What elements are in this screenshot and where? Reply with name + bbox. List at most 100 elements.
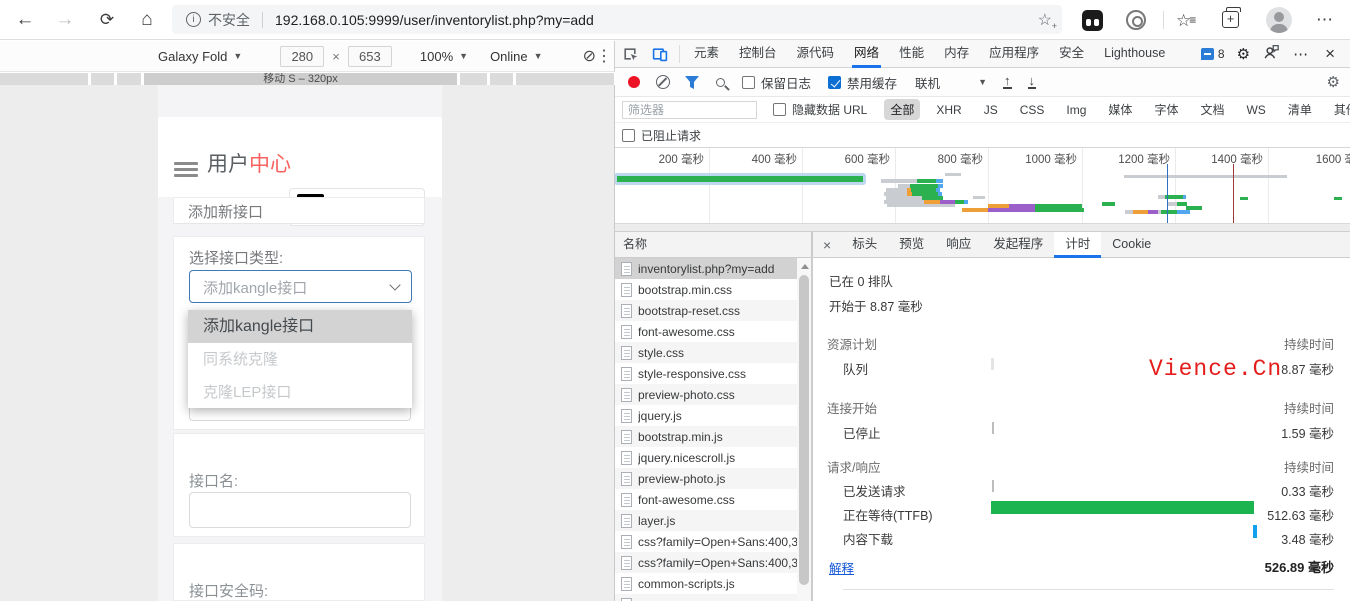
request-type-filter[interactable]: WS (1240, 101, 1271, 119)
devtools-tab[interactable]: 应用程序 (979, 40, 1049, 68)
request-row[interactable]: font-awesome.css (615, 321, 797, 342)
scroll-up-icon[interactable] (801, 264, 809, 269)
scrollbar-thumb[interactable] (799, 275, 809, 585)
request-row[interactable]: bootstrap.min.css (615, 279, 797, 300)
detail-tab[interactable]: 响应 (935, 232, 982, 258)
media-query-segment-mobile-s[interactable]: 移动 S – 320px (144, 73, 457, 85)
media-query-segment[interactable] (516, 73, 614, 85)
request-type-filter[interactable]: JS (978, 101, 1004, 119)
hamburger-menu-icon[interactable] (174, 162, 198, 180)
import-har-icon[interactable]: ↑ (1003, 75, 1012, 89)
explanation-link[interactable]: 解释 (829, 558, 854, 577)
record-network-log-icon[interactable] (628, 76, 640, 88)
reload-button[interactable]: ⟳ (92, 0, 122, 40)
network-throttling-select[interactable]: 联机 ▼ (915, 73, 987, 92)
profile-avatar[interactable] (1266, 7, 1292, 33)
preserve-log-checkbox[interactable]: 保留日志 (742, 73, 811, 92)
network-overview-canvas[interactable]: 200 毫秒400 毫秒600 毫秒800 毫秒1000 毫秒1200 毫秒14… (615, 148, 1350, 232)
request-type-filter[interactable]: 字体 (1148, 99, 1184, 120)
request-type-filter[interactable]: XHR (930, 101, 967, 119)
request-row[interactable]: bootstrap.min.js (615, 426, 797, 447)
disable-cache-checkbox[interactable]: 禁用缓存 (828, 73, 897, 92)
request-row[interactable]: layer.js (615, 510, 797, 531)
detail-tab[interactable]: 标头 (841, 232, 888, 258)
devtools-tab[interactable]: 内存 (934, 40, 979, 68)
site-info-icon[interactable]: i (186, 12, 201, 27)
devtools-menu-icon[interactable]: ⋯ (1286, 45, 1316, 63)
search-icon[interactable] (716, 78, 725, 87)
dropdown-option[interactable]: 同系统克隆 (188, 343, 412, 376)
devtools-close-icon[interactable]: × (1316, 44, 1344, 64)
request-row[interactable]: bootstrap-reset.css (615, 300, 797, 321)
settings-gear-icon[interactable]: ⚙ (1230, 45, 1257, 63)
request-row[interactable]: jquery.js (615, 405, 797, 426)
device-select[interactable]: Galaxy Fold▼ (158, 49, 242, 64)
back-button[interactable]: ← (10, 0, 40, 40)
devtools-tab[interactable]: 网络 (844, 40, 889, 68)
no-throttling-icon[interactable]: ⊘ (583, 46, 596, 66)
inspect-element-icon[interactable] (615, 40, 645, 68)
media-query-segment[interactable] (91, 73, 114, 85)
dropdown-option[interactable]: 添加kangle接口 (188, 310, 412, 343)
detail-tab[interactable]: 预览 (888, 232, 935, 258)
request-row[interactable]: css?family=Open+Sans:400,30 (615, 552, 797, 573)
devtools-tab[interactable]: 控制台 (729, 40, 787, 68)
request-type-filter[interactable]: 其他 (1328, 99, 1350, 120)
devtools-tab[interactable]: 安全 (1049, 40, 1094, 68)
request-type-filter[interactable]: 媒体 (1102, 99, 1138, 120)
detail-tab[interactable]: 发起程序 (982, 232, 1054, 258)
request-row[interactable]: style-responsive.css (615, 363, 797, 384)
blocked-requests-checkbox[interactable]: 已阻止请求 (622, 127, 701, 144)
request-type-filter[interactable]: 全部 (884, 99, 920, 120)
favorites-icon[interactable]: ☆≡ (1176, 0, 1196, 40)
request-row[interactable]: common-scripts.js (615, 573, 797, 594)
extension-icon-2[interactable] (1126, 10, 1146, 30)
media-query-segment[interactable] (0, 73, 88, 85)
console-messages-icon[interactable]: 8 (1196, 47, 1230, 61)
device-toolbar-menu-icon[interactable]: ⋮ (596, 46, 612, 66)
close-detail-icon[interactable]: × (813, 237, 841, 253)
clear-network-log-icon[interactable] (656, 75, 670, 89)
request-list-scrollbar[interactable] (797, 258, 812, 601)
add-favorite-icon[interactable]: ☆+ (1038, 10, 1052, 30)
request-type-filter[interactable]: 文档 (1194, 99, 1230, 120)
media-query-segment[interactable] (490, 73, 513, 85)
home-button[interactable]: ⌂ (132, 0, 162, 40)
detail-tab[interactable]: 计时 (1054, 232, 1101, 258)
zoom-select[interactable]: 100%▼ (420, 49, 468, 64)
device-emulation-icon[interactable] (645, 40, 675, 68)
network-settings-gear-icon[interactable]: ⚙ (1327, 73, 1340, 91)
viewport-width-input[interactable] (280, 46, 324, 67)
export-har-icon[interactable]: ↓ (1028, 75, 1037, 89)
request-type-filter[interactable]: CSS (1014, 101, 1051, 119)
hide-data-url-checkbox[interactable]: 隐藏数据 URL (773, 101, 867, 118)
filter-icon[interactable] (685, 76, 699, 89)
request-type-filter[interactable]: Img (1060, 101, 1092, 119)
request-row[interactable]: preview-photo.js (615, 468, 797, 489)
dropdown-option[interactable]: 克隆LEP接口 (188, 376, 412, 409)
request-row[interactable] (615, 594, 797, 601)
extension-icon[interactable] (1082, 10, 1103, 31)
forward-button[interactable]: → (50, 0, 80, 40)
request-row[interactable]: jquery.nicescroll.js (615, 447, 797, 468)
devtools-tab[interactable]: 元素 (684, 40, 729, 68)
name-column-header[interactable]: 名称 (615, 232, 812, 258)
media-query-segment[interactable] (460, 73, 487, 85)
request-row[interactable]: preview-photo.css (615, 384, 797, 405)
interface-type-select[interactable]: 添加kangle接口 (189, 270, 412, 303)
request-type-filter[interactable]: 清单 (1282, 99, 1318, 120)
filter-input[interactable] (622, 101, 757, 119)
interface-name-input[interactable] (189, 492, 411, 528)
devtools-tab[interactable]: 源代码 (787, 40, 845, 68)
remote-devices-icon[interactable] (1257, 44, 1286, 64)
detail-tab[interactable]: Cookie (1101, 232, 1162, 258)
address-bar[interactable]: i 不安全 192.168.0.105:9999/user/inventoryl… (172, 5, 1062, 34)
request-row[interactable]: css?family=Open+Sans:400,30 (615, 531, 797, 552)
request-row[interactable]: inventorylist.php?my=add (615, 258, 797, 279)
viewport-height-input[interactable] (348, 46, 392, 67)
media-query-segment[interactable] (117, 73, 141, 85)
browser-menu-icon[interactable]: ⋯ (1310, 0, 1340, 40)
collections-icon[interactable]: + (1222, 11, 1239, 28)
devtools-tab[interactable]: 性能 (889, 40, 934, 68)
devtools-tab[interactable]: Lighthouse (1094, 40, 1175, 68)
